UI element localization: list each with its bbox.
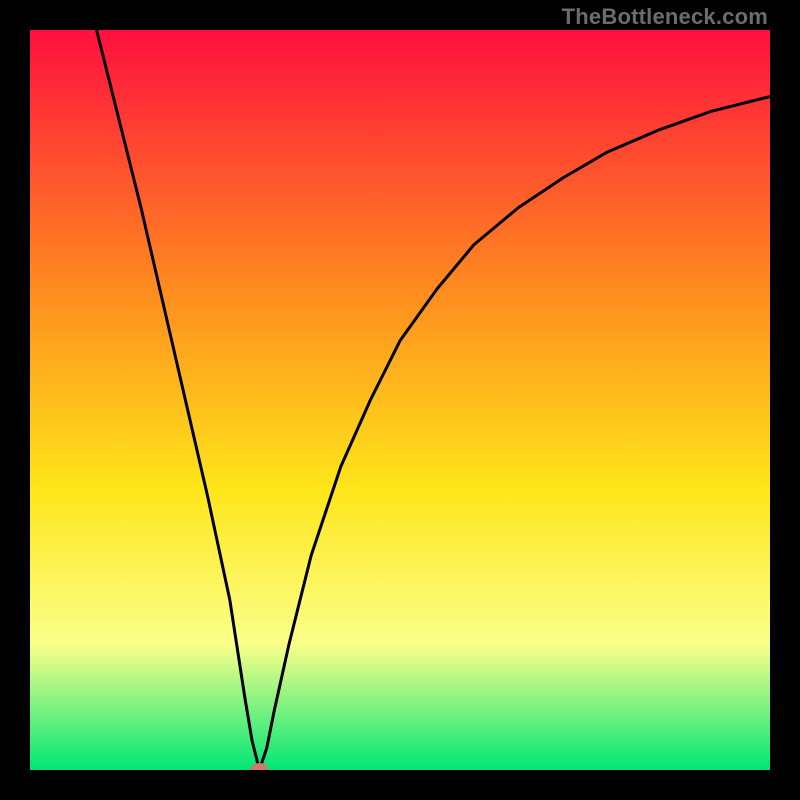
gradient-background bbox=[30, 30, 770, 770]
bottleneck-chart bbox=[30, 30, 770, 770]
watermark-text: TheBottleneck.com bbox=[562, 4, 768, 30]
plot-area bbox=[30, 30, 770, 770]
chart-frame: TheBottleneck.com bbox=[0, 0, 800, 800]
